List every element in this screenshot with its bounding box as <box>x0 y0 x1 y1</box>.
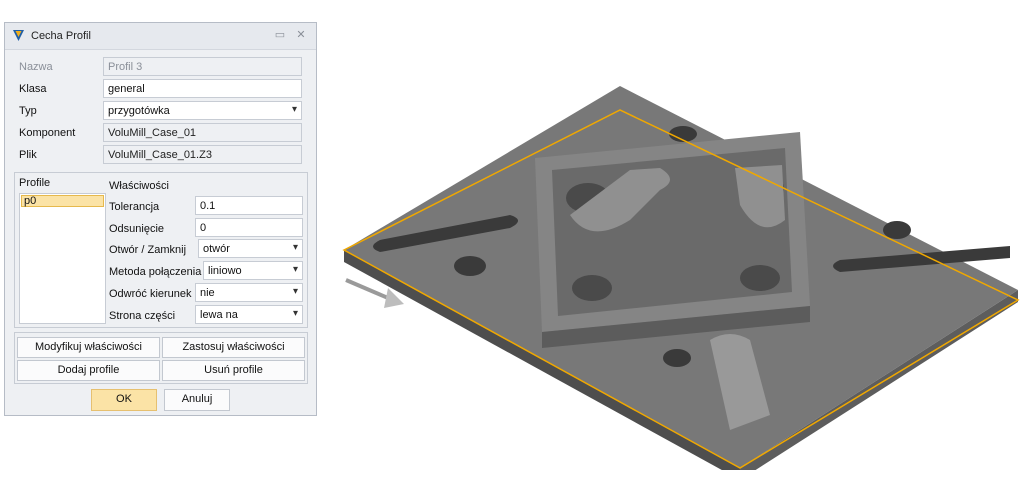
typ-select-value: przygotówka <box>108 105 170 117</box>
klasa-label: Klasa <box>19 83 47 95</box>
plate-hole <box>663 349 691 367</box>
plate-hole <box>883 221 911 239</box>
tolerancja-input[interactable]: 0.1 <box>195 196 303 215</box>
odwroc-select-value: nie <box>200 287 215 299</box>
komponent-label: Komponent <box>19 127 76 139</box>
pocket-hole <box>740 265 780 291</box>
otwor-select-value: otwór <box>203 243 230 255</box>
plik-field: VoluMill_Case_01.Z3 <box>103 145 302 164</box>
typ-select[interactable]: przygotówka <box>103 101 302 120</box>
komponent-field: VoluMill_Case_01 <box>103 123 302 142</box>
remove-profiles-button[interactable]: Usuń profile <box>162 360 305 381</box>
plate-hole <box>454 256 486 276</box>
profile-list-label: Profile <box>19 177 51 189</box>
plik-label: Plik <box>19 149 37 161</box>
properties-header: Właściwości <box>109 180 169 192</box>
metoda-select-value: liniowo <box>208 265 242 277</box>
cecha-profil-dialog: Cecha Profil ▭ ✕ Nazwa Profil 3 Klasa ge… <box>4 22 317 416</box>
typ-label: Typ <box>19 105 37 117</box>
metoda-label: Metoda połączenia <box>109 266 202 278</box>
tolerancja-label: Tolerancja <box>109 201 160 213</box>
cancel-button[interactable]: Anuluj <box>164 389 230 411</box>
odsuniecie-label: Odsunięcie <box>109 223 165 235</box>
klasa-field[interactable]: general <box>103 79 302 98</box>
app-logo-icon <box>13 30 24 41</box>
nazwa-field: Profil 3 <box>103 57 302 76</box>
nazwa-label: Nazwa <box>19 61 53 73</box>
strona-select-value: lewa na <box>200 309 238 321</box>
strona-label: Strona części <box>109 310 176 322</box>
dialog-titlebar: Cecha Profil ▭ ✕ <box>5 23 316 50</box>
strona-select[interactable]: lewa na <box>195 305 303 324</box>
otwor-select[interactable]: otwór <box>198 239 303 258</box>
part-model <box>342 86 1020 470</box>
modify-properties-button[interactable]: Modyfikuj właściwości <box>17 337 160 358</box>
3d-viewport[interactable] <box>330 70 1024 470</box>
otwor-label: Otwór / Zamknij <box>109 244 187 256</box>
odwroc-select[interactable]: nie <box>195 283 303 302</box>
close-icon[interactable]: ✕ <box>294 28 308 42</box>
metoda-select[interactable]: liniowo <box>203 261 303 280</box>
apply-properties-button[interactable]: Zastosuj właściwości <box>162 337 305 358</box>
profile-list[interactable]: p0 <box>19 193 106 324</box>
pin-icon[interactable]: ▭ <box>273 28 287 42</box>
odwroc-label: Odwróć kierunek <box>109 288 192 300</box>
add-profiles-button[interactable]: Dodaj profile <box>17 360 160 381</box>
ok-button[interactable]: OK <box>91 389 157 411</box>
pocket-hole <box>572 275 612 301</box>
dialog-title: Cecha Profil <box>31 30 91 42</box>
profile-list-item[interactable]: p0 <box>21 195 104 207</box>
odsuniecie-input[interactable]: 0 <box>195 218 303 237</box>
